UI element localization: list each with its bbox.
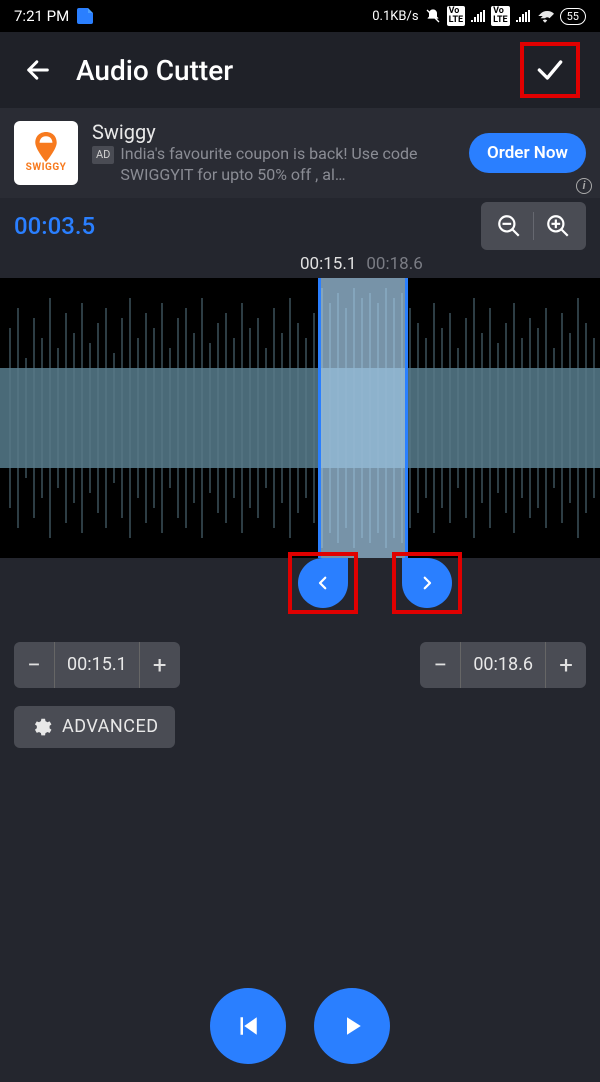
end-increment-button[interactable]: +	[546, 642, 586, 688]
zoom-out-button[interactable]	[485, 206, 533, 246]
start-decrement-button[interactable]: −	[14, 642, 54, 688]
zoom-out-icon	[496, 213, 522, 239]
wifi-icon	[536, 9, 554, 23]
chevron-right-icon	[418, 574, 436, 592]
arrow-left-icon	[24, 56, 52, 84]
running-app-icon	[77, 8, 93, 24]
status-bar: 7:21 PM 0.1KB/s VoLTE VoLTE 55	[0, 0, 600, 32]
ad-title: Swiggy	[92, 120, 455, 144]
status-time: 7:21 PM	[14, 7, 69, 25]
ad-icon-label: SWIGGY	[26, 162, 67, 173]
gear-icon	[30, 716, 52, 738]
ad-description: India's favourite coupon is back! Use co…	[120, 144, 455, 186]
signal-1-icon	[471, 10, 485, 22]
trim-start-handle[interactable]	[298, 558, 348, 608]
end-decrement-button[interactable]: −	[420, 642, 460, 688]
chevron-left-icon	[314, 574, 332, 592]
trim-end-handle[interactable]	[402, 558, 452, 608]
battery-level: 55	[560, 8, 586, 25]
end-time-value[interactable]: 00:18.6	[460, 642, 546, 688]
back-button[interactable]	[20, 52, 56, 88]
marker-end-label: 00:18.6	[366, 254, 422, 274]
skip-previous-icon	[233, 1011, 263, 1041]
zoom-in-icon	[545, 213, 571, 239]
ad-info-icon[interactable]: i	[576, 178, 592, 194]
ad-cta-button[interactable]: Order Now	[469, 133, 586, 173]
end-time-stepper: − 00:18.6 +	[420, 642, 586, 688]
check-icon	[534, 54, 566, 86]
volte-badge-2: VoLTE	[491, 6, 510, 26]
volte-badge-1: VoLTE	[447, 6, 466, 26]
skip-previous-button[interactable]	[210, 988, 286, 1064]
zoom-controls	[481, 202, 586, 250]
start-increment-button[interactable]: +	[140, 642, 180, 688]
page-title: Audio Cutter	[76, 54, 520, 87]
signal-2-icon	[516, 10, 530, 22]
waveform-display[interactable]	[0, 278, 600, 558]
zoom-in-button[interactable]	[534, 206, 582, 246]
app-bar: Audio Cutter	[0, 32, 600, 108]
advanced-button[interactable]: ADVANCED	[14, 706, 175, 748]
swiggy-logo-icon	[33, 132, 59, 162]
timeline-markers: 00:15.1 00:18.6	[0, 254, 600, 274]
selection-duration: 00:03.5	[14, 212, 95, 240]
advanced-label: ADVANCED	[62, 716, 159, 737]
ad-badge: AD	[92, 146, 114, 164]
done-button[interactable]	[520, 42, 580, 98]
dnd-icon	[425, 8, 441, 24]
start-time-value[interactable]: 00:15.1	[54, 642, 140, 688]
ad-app-icon: SWIGGY	[14, 121, 78, 185]
play-icon	[337, 1011, 367, 1041]
start-time-stepper: − 00:15.1 +	[14, 642, 180, 688]
ad-banner[interactable]: SWIGGY Swiggy AD India's favourite coupo…	[0, 108, 600, 198]
play-button[interactable]	[314, 988, 390, 1064]
player-controls	[0, 988, 600, 1064]
status-data-rate: 0.1KB/s	[372, 9, 418, 24]
marker-start-label: 00:15.1	[300, 254, 356, 274]
selection-range[interactable]	[318, 278, 408, 558]
